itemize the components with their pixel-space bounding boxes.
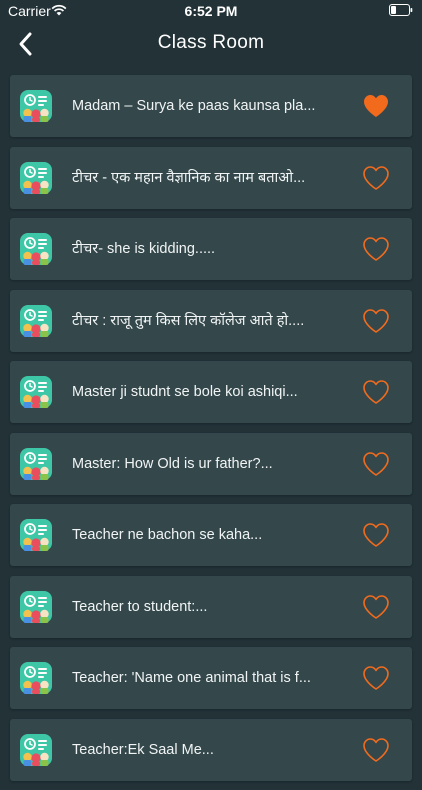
list-item-text: टीचर- she is kidding..... xyxy=(72,241,216,257)
joke-list: Madam – Surya ke paas kaunsa pla... टीचर… xyxy=(10,75,412,790)
list-item-text: Teacher: 'Name one animal that is f... xyxy=(72,670,311,686)
classroom-icon xyxy=(19,304,53,338)
heart-outline-icon[interactable] xyxy=(362,236,390,262)
heart-outline-icon[interactable] xyxy=(362,665,390,691)
classroom-icon xyxy=(19,375,53,409)
list-item[interactable]: Master: How Old is ur father?... xyxy=(10,432,412,495)
list-item[interactable]: Master ji studnt se bole koi ashiqi... xyxy=(10,361,412,423)
status-bar: Carrier 6:52 PM xyxy=(0,0,422,22)
list-item[interactable]: टीचर : राजू तुम किस लिए कॉलेज आते हो.... xyxy=(10,289,412,352)
classroom-icon xyxy=(19,518,53,552)
heart-outline-icon[interactable] xyxy=(362,165,390,191)
list-item-text: Madam – Surya ke paas kaunsa pla... xyxy=(72,98,316,114)
classroom-icon xyxy=(19,161,53,195)
classroom-icon xyxy=(19,89,53,123)
list-item-text: टीचर : राजू तुम किस लिए कॉलेज आते हो.... xyxy=(72,312,305,329)
list-item[interactable]: Teacher to student:... xyxy=(10,575,412,638)
list-item[interactable]: Teacher: 'Name one animal that is f... xyxy=(10,647,412,709)
classroom-icon xyxy=(19,232,53,266)
classroom-icon xyxy=(19,661,53,695)
list-item[interactable]: टीचर - एक महान वैज्ञानिक का नाम बताओ... xyxy=(10,146,412,209)
heart-outline-icon[interactable] xyxy=(362,522,390,548)
classroom-icon xyxy=(19,590,53,624)
list-item-text: Teacher to student:... xyxy=(72,598,208,615)
heart-outline-icon[interactable] xyxy=(362,308,390,334)
list-item[interactable]: Teacher ne bachon se kaha... xyxy=(10,504,412,566)
list-item-text: Master ji studnt se bole koi ashiqi... xyxy=(72,384,298,400)
status-time: 6:52 PM xyxy=(184,3,238,19)
list-item[interactable]: टीचर- she is kidding..... xyxy=(10,218,412,280)
heart-filled-icon[interactable] xyxy=(362,93,390,119)
page-title: Class Room xyxy=(157,32,265,53)
list-item-text: टीचर - एक महान वैज्ञानिक का नाम बताओ... xyxy=(72,169,306,186)
list-item[interactable]: Madam – Surya ke paas kaunsa pla... xyxy=(10,75,412,137)
list-item-text: Teacher ne bachon se kaha... xyxy=(72,527,263,543)
heart-outline-icon[interactable] xyxy=(362,594,390,620)
heart-outline-icon[interactable] xyxy=(362,379,390,405)
classroom-icon xyxy=(19,447,53,481)
battery-icon xyxy=(389,4,413,16)
navigation-bar: Class Room xyxy=(0,22,422,66)
heart-outline-icon[interactable] xyxy=(362,451,390,477)
list-item-text: Master: How Old is ur father?... xyxy=(72,455,273,472)
